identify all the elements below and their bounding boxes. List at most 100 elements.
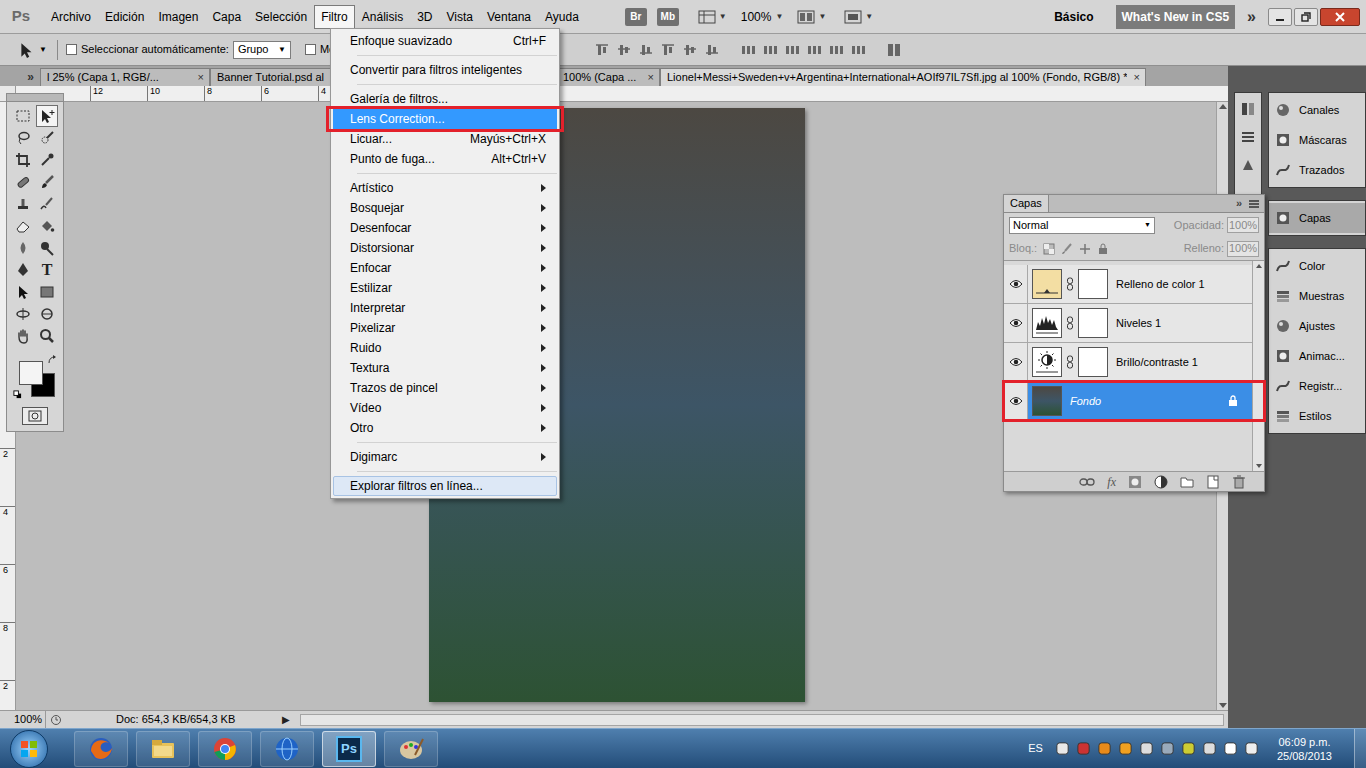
menu-option[interactable]: Artístico <box>333 178 557 198</box>
lock-option-icon[interactable] <box>1061 243 1073 255</box>
default-colors-icon[interactable] <box>13 390 22 399</box>
align-icon[interactable] <box>660 42 676 58</box>
visibility-toggle[interactable] <box>1004 382 1028 420</box>
menu-item[interactable]: Ventana <box>480 5 538 29</box>
menu-option[interactable]: Trazos de pincel <box>333 378 557 398</box>
menu-option[interactable]: Galería de filtros... <box>333 89 557 109</box>
adjustment-layer-icon[interactable] <box>1154 475 1168 489</box>
tab-close-button[interactable]: × <box>198 69 204 86</box>
panel-tab[interactable]: Ajustes <box>1269 311 1365 341</box>
auto-select-dropdown[interactable]: Grupo▼ <box>233 41 291 59</box>
zoom-level[interactable]: 100%▼ <box>741 8 784 26</box>
layer-name[interactable]: Niveles 1 <box>1116 315 1252 332</box>
menu-option[interactable]: Enfoque suavizadoCtrl+F <box>333 31 557 51</box>
bridge-button[interactable]: Br <box>625 8 647 26</box>
menu-option[interactable]: Textura <box>333 358 557 378</box>
tool-button[interactable] <box>36 281 58 303</box>
layer-row[interactable]: Brillo/contraste 1 <box>1004 343 1252 382</box>
menu-option[interactable]: Convertir para filtros inteligentes <box>333 60 557 80</box>
align-icon[interactable] <box>638 42 654 58</box>
lock-option-icon[interactable] <box>1043 243 1055 255</box>
taskbar-app[interactable]: Ps <box>322 731 376 767</box>
layer-style-button[interactable]: fx <box>1107 473 1116 491</box>
menu-item[interactable]: Filtro <box>314 5 355 29</box>
menu-option[interactable]: Lens Correction... <box>333 109 557 129</box>
layer-row[interactable]: Relleno de color 1 <box>1004 265 1252 304</box>
taskbar-app[interactable] <box>136 731 190 767</box>
panel-tab[interactable]: Muestras <box>1269 281 1365 311</box>
panel-icon[interactable] <box>1240 129 1256 145</box>
menu-option[interactable]: Enfocar <box>333 258 557 278</box>
scroll-up-icon[interactable] <box>1256 264 1262 268</box>
menu-option[interactable]: Desenfocar <box>333 218 557 238</box>
panel-icon[interactable] <box>1240 157 1256 173</box>
panel-icon[interactable] <box>1240 101 1256 117</box>
layers-scrollbar[interactable] <box>1252 261 1264 471</box>
arrange-documents[interactable]: ▼ <box>797 9 826 25</box>
tool-button[interactable] <box>36 171 58 193</box>
tray-icon[interactable] <box>1055 741 1070 756</box>
menu-item[interactable]: Ayuda <box>538 5 586 29</box>
menu-option[interactable]: Ruido <box>333 338 557 358</box>
view-extras[interactable]: ▼ <box>698 9 727 25</box>
tool-button[interactable] <box>36 149 58 171</box>
distribute-icon[interactable] <box>740 42 756 58</box>
scroll-up-icon[interactable] <box>1219 104 1227 109</box>
auto-align-icon[interactable] <box>886 42 902 58</box>
menu-option[interactable]: Estilizar <box>333 278 557 298</box>
taskbar-app[interactable] <box>198 731 252 767</box>
tool-button[interactable] <box>12 105 34 127</box>
panel-tab[interactable]: Trazados <box>1269 155 1365 185</box>
restore-button[interactable] <box>1294 8 1318 26</box>
align-icon[interactable] <box>594 42 610 58</box>
menu-option[interactable]: Bosquejar <box>333 198 557 218</box>
language-indicator[interactable]: ES <box>1028 740 1043 757</box>
tool-button[interactable] <box>12 237 34 259</box>
show-transform-checkbox-box[interactable] <box>305 44 316 55</box>
menu-item[interactable]: 3D <box>410 5 439 29</box>
visibility-toggle[interactable] <box>1004 265 1028 303</box>
tool-button[interactable] <box>12 281 34 303</box>
tray-icon[interactable] <box>1097 741 1112 756</box>
tool-button[interactable] <box>36 193 58 215</box>
panel-tab[interactable]: Color <box>1269 251 1365 281</box>
distribute-icon[interactable] <box>850 42 866 58</box>
tab-scroll[interactable]: » <box>0 68 40 86</box>
layers-tab[interactable]: Capas <box>1004 195 1049 212</box>
zoom-field[interactable]: 100% <box>0 711 46 728</box>
layer-name[interactable]: Fondo <box>1070 393 1228 410</box>
menu-option[interactable]: Punto de fuga...Alt+Ctrl+V <box>333 149 557 169</box>
collapse-button[interactable]: » <box>1236 195 1242 212</box>
menu-option[interactable]: Interpretar <box>333 298 557 318</box>
lock-option-icon[interactable] <box>1079 243 1091 255</box>
panel-tab[interactable]: Canales <box>1269 95 1365 125</box>
panel-tab[interactable]: Estilos <box>1269 401 1365 431</box>
distribute-icon[interactable] <box>806 42 822 58</box>
tray-icon[interactable] <box>1223 741 1238 756</box>
align-icon[interactable] <box>704 42 720 58</box>
whats-new-workspace[interactable]: What's New in CS5 <box>1116 5 1236 29</box>
link-layers-icon[interactable] <box>1079 477 1095 487</box>
document-tab[interactable]: Lionel+Messi+Sweden+v+Argentina+Internat… <box>660 68 1146 86</box>
more-workspaces[interactable]: » <box>1247 5 1256 29</box>
tray-icon[interactable] <box>1076 741 1091 756</box>
tool-button[interactable] <box>36 237 58 259</box>
trash-icon[interactable] <box>1232 475 1246 489</box>
layer-row[interactable]: Fondo <box>1004 382 1252 421</box>
tool-button[interactable] <box>36 215 58 237</box>
tab-close-button[interactable]: × <box>1133 69 1139 86</box>
toolbox-header[interactable] <box>7 94 63 102</box>
tray-icon[interactable] <box>1244 741 1259 756</box>
tool-button[interactable] <box>36 127 58 149</box>
taskbar-app[interactable] <box>384 731 438 767</box>
menu-option[interactable]: Vídeo <box>333 398 557 418</box>
horizontal-scrollbar[interactable] <box>300 714 1224 726</box>
tool-button[interactable] <box>12 171 34 193</box>
document-tab[interactable]: l 25% (Capa 1, RGB/...× <box>40 68 210 86</box>
align-icon[interactable] <box>616 42 632 58</box>
distribute-icon[interactable] <box>784 42 800 58</box>
new-layer-icon[interactable] <box>1206 475 1220 489</box>
new-group-icon[interactable] <box>1180 475 1194 489</box>
panel-tab[interactable]: Animac... <box>1269 341 1365 371</box>
scroll-down-icon[interactable] <box>1256 464 1262 468</box>
